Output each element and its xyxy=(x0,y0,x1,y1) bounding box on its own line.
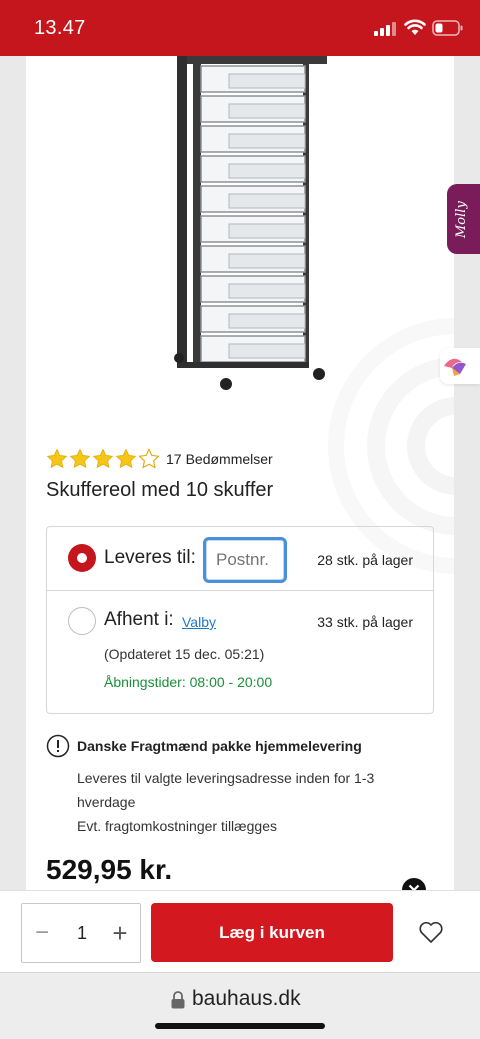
stock-updated: (Opdateret 15 dec. 05:21) xyxy=(104,646,265,662)
shipping-fee-note: Evt. fragtomkostninger tillægges xyxy=(77,818,277,834)
rating-count: 17 xyxy=(166,451,182,467)
star-icon xyxy=(69,448,91,469)
info-icon xyxy=(46,734,70,758)
deliver-stock: 28 stk. på lager xyxy=(317,552,413,568)
status-bar: 13.47 xyxy=(0,0,480,56)
wifi-icon xyxy=(404,19,426,35)
add-to-cart-button[interactable]: Læg i kurven xyxy=(151,903,393,962)
shipping-title: Danske Fragtmænd pakke hjemmelevering xyxy=(77,738,362,754)
star-icon xyxy=(46,448,68,469)
product-page: 17 Bedømmelser Skuffereol med 10 skuffer… xyxy=(26,56,454,906)
star-icon xyxy=(92,448,114,469)
molly-chat-tab[interactable]: Molly xyxy=(447,184,480,254)
plus-icon[interactable]: + xyxy=(110,920,130,946)
pickup-store-link[interactable]: Valby xyxy=(182,614,216,630)
molly-label: Molly xyxy=(454,201,469,238)
quantity-value[interactable]: 1 xyxy=(62,923,102,944)
product-price: 529,95 kr. xyxy=(46,854,173,885)
url-text[interactable]: bauhaus.dk xyxy=(192,987,301,1011)
deliver-label[interactable]: Leveres til: xyxy=(104,547,196,569)
divider xyxy=(47,590,433,591)
postal-code-input[interactable] xyxy=(203,537,287,583)
rating-label: Bedømmelser xyxy=(185,451,273,467)
home-indicator xyxy=(155,1023,325,1029)
radio-pickup[interactable] xyxy=(68,607,96,635)
feedback-tab[interactable] xyxy=(440,348,480,384)
delivery-options: Leveres til: 28 stk. på lager Afhent i: … xyxy=(46,526,434,714)
product-rating[interactable]: 17 Bedømmelser xyxy=(46,446,273,472)
browser-url-bar[interactable]: bauhaus.dk xyxy=(0,972,480,1039)
radio-deliver-selected[interactable] xyxy=(68,544,96,572)
signal-icon xyxy=(374,22,396,36)
product-image xyxy=(174,56,327,390)
status-time: 13.47 xyxy=(34,17,86,39)
minus-icon[interactable]: − xyxy=(32,921,52,945)
pickup-label[interactable]: Afhent i: xyxy=(104,609,174,631)
shipping-description: Leveres til valgte leveringsadresse inde… xyxy=(77,770,375,810)
heart-icon[interactable] xyxy=(418,920,444,944)
bird-icon xyxy=(444,358,466,376)
rating-stars xyxy=(46,448,160,470)
pickup-stock: 33 stk. på lager xyxy=(317,614,413,630)
quantity-stepper[interactable]: − 1 + xyxy=(21,903,141,963)
product-title: Skuffereol med 10 skuffer xyxy=(46,479,274,501)
battery-icon xyxy=(432,20,463,36)
star-empty-icon xyxy=(138,448,160,469)
opening-hours: Åbningstider: 08:00 - 20:00 xyxy=(104,674,273,690)
star-icon xyxy=(115,448,137,469)
lock-icon xyxy=(171,991,185,1009)
add-to-cart-bar: − 1 + Læg i kurven xyxy=(0,890,480,972)
